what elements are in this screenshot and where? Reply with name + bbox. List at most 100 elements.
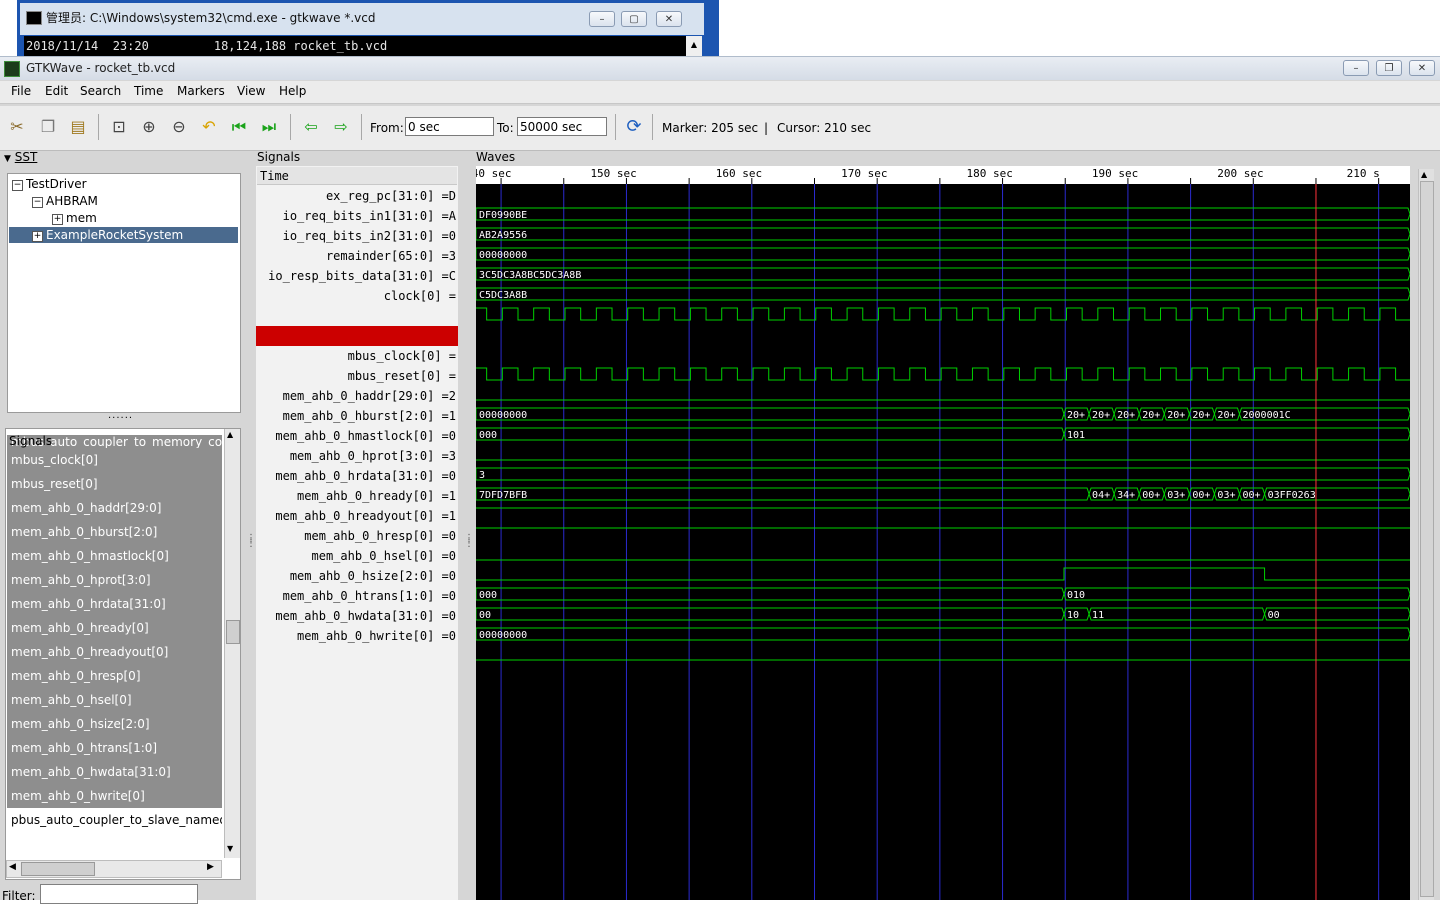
scroll-right-icon[interactable]: ▶ <box>207 862 214 872</box>
signal-list-item[interactable]: mem_ahb_0_hmastlock[0] <box>7 544 222 568</box>
signal-name-row[interactable]: mbus_reset[0] = <box>256 366 458 386</box>
signal-name-row[interactable]: mem_ahb_0_hmastlock[0] =0 <box>256 426 458 446</box>
scroll-up-icon[interactable]: ▲ <box>227 430 233 439</box>
signal-list-item[interactable]: mem_ahb_0_haddr[29:0] <box>7 496 222 520</box>
paste-icon[interactable]: ▤ <box>67 116 89 138</box>
menu-file[interactable]: File <box>11 84 31 98</box>
signal-name-row[interactable]: mem_ahb_0_hready[0] =1 <box>256 486 458 506</box>
bus-value-label: AB2A9556 <box>479 230 527 241</box>
signal-list-item[interactable]: mem_ahb_0_hsel[0] <box>7 688 222 712</box>
copy-icon[interactable]: ❐ <box>37 116 59 138</box>
pane-grip[interactable]: ...... <box>108 410 133 421</box>
expand-icon[interactable]: + <box>52 214 63 225</box>
tree-item-testdriver[interactable]: − TestDriver <box>12 176 87 192</box>
splitter-handle[interactable]: ⋮ ⋮ <box>464 534 474 549</box>
tree-item-examplerocketsystem[interactable]: + ExampleRocketSystem <box>9 227 238 243</box>
signal-name-row[interactable]: mem_ahb_0_hwrite[0] =0 <box>256 626 458 646</box>
prev-icon[interactable]: ⇦ <box>300 116 322 138</box>
signal-name-row[interactable]: mem_ahb_0_hburst[2:0] =1 <box>256 406 458 426</box>
undo-zoom-icon[interactable]: ↶ <box>198 116 220 138</box>
signal-list-item[interactable]: mem_ahb_0_hburst[2:0] <box>7 520 222 544</box>
signal-list-item[interactable]: mem_ahb_0_hsize[2:0] <box>7 712 222 736</box>
signal-name-row[interactable]: mem_ahb_0_hsel[0] =0 <box>256 546 458 566</box>
signal-list-hscrollbar[interactable]: ◀ ▶ <box>6 860 222 878</box>
reload-icon[interactable]: ⟳ <box>623 116 645 138</box>
waves-pane[interactable]: 140 sec 150 sec 160 sec 170 sec 180 sec 190 s… <box>476 166 1410 900</box>
scrollbar-thumb[interactable] <box>226 620 240 644</box>
signal-list-item[interactable]: mbus_reset[0] <box>7 472 222 496</box>
menu-edit[interactable]: Edit <box>45 84 68 98</box>
signal-list-item[interactable]: mem_ahb_0_hrdata[31:0] <box>7 592 222 616</box>
scrollbar-thumb[interactable] <box>21 862 95 876</box>
highlighted-signal-row[interactable] <box>256 326 458 346</box>
cut-icon[interactable]: ✂ <box>6 116 28 138</box>
signal-name-row[interactable]: io_req_bits_in2[31:0] =0 <box>256 226 458 246</box>
next-icon[interactable]: ⇨ <box>330 116 352 138</box>
zoom-in-icon[interactable]: ⊕ <box>138 116 160 138</box>
go-end-icon[interactable]: ⏭ <box>258 116 280 138</box>
cmd-scrollbar[interactable]: ▲ <box>686 36 702 56</box>
signal-name-row[interactable]: mem_ahb_0_htrans[1:0] =0 <box>256 586 458 606</box>
scroll-down-icon[interactable]: ▼ <box>227 844 233 853</box>
signal-list-vscrollbar[interactable]: ▲ ▼ <box>224 429 240 858</box>
bus-value-label: 20+ <box>1092 410 1110 421</box>
zoom-out-icon[interactable]: ⊖ <box>168 116 190 138</box>
bus-value-label: 7DFD7BFB <box>479 490 527 501</box>
waves-vscrollbar[interactable]: ▲ <box>1418 169 1434 900</box>
signal-list-item[interactable]: mbus_clock[0] <box>7 448 222 472</box>
tree-item-ahbram[interactable]: − AHBRAM <box>32 193 98 209</box>
bus-segment <box>476 287 1410 301</box>
signal-name-row[interactable]: mem_ahb_0_hprot[3:0] =3 <box>256 446 458 466</box>
signal-name-row[interactable]: ex_reg_pc[31:0] =D <box>256 186 458 206</box>
signal-list-item[interactable]: mem_ahb_0_htrans[1:0] <box>7 736 222 760</box>
menu-time[interactable]: Time <box>134 84 163 98</box>
scrollbar-thumb[interactable] <box>1420 181 1434 897</box>
zoom-fit-icon[interactable]: ⊡ <box>108 116 130 138</box>
signal-list-item[interactable]: mem_ahb_0_hresp[0] <box>7 664 222 688</box>
signal-list-item[interactable]: mem_ahb_0_hreadyout[0] <box>7 640 222 664</box>
signal-name-row[interactable]: clock[0] = <box>256 286 458 306</box>
restore-button[interactable]: ❐ <box>1376 60 1402 76</box>
cmd-titlebar[interactable]: 管理员: C:\Windows\system32\cmd.exe - gtkwa… <box>20 3 704 35</box>
signal-list-item[interactable]: mem_ahb_0_hwdata[31:0] <box>7 760 222 784</box>
scroll-up-icon[interactable]: ▲ <box>1421 170 1427 179</box>
signal-name-row[interactable] <box>256 306 458 326</box>
minimize-button[interactable]: – <box>1343 60 1369 76</box>
scroll-left-icon[interactable]: ◀ <box>9 862 16 872</box>
cmd-close-button[interactable]: ✕ <box>656 11 682 27</box>
from-input[interactable]: 0 sec <box>405 117 494 136</box>
menu-markers[interactable]: Markers <box>177 84 225 98</box>
signal-name-row[interactable]: mem_ahb_0_hrdata[31:0] =0 <box>256 466 458 486</box>
collapse-icon[interactable]: − <box>32 197 43 208</box>
to-input[interactable]: 50000 sec <box>517 117 607 136</box>
signal-list-item[interactable]: mem_ahb_0_hready[0] <box>7 616 222 640</box>
signal-list-item[interactable]: mem_ahb_0_hprot[3:0] <box>7 568 222 592</box>
gtkwave-titlebar[interactable]: GTKWave - rocket_tb.vcd – ❐ ✕ <box>0 56 1440 80</box>
close-button[interactable]: ✕ <box>1409 60 1435 76</box>
signals-pane: Time ex_reg_pc[31:0] =D io_req_bits_in1[3… <box>256 166 458 900</box>
menu-view[interactable]: View <box>237 84 265 98</box>
signal-name-row[interactable]: io_req_bits_in1[31:0] =A <box>256 206 458 226</box>
signal-name-row[interactable]: mem_ahb_0_hsize[2:0] =0 <box>256 566 458 586</box>
cmd-minimize-button[interactable]: – <box>589 11 615 27</box>
signal-name-row[interactable]: mem_ahb_0_hwdata[31:0] =0 <box>256 606 458 626</box>
signal-name-row[interactable]: mem_ahb_0_hreadyout[0] =1 <box>256 506 458 526</box>
tree-item-mem[interactable]: + mem <box>52 210 97 226</box>
go-start-icon[interactable]: ⏮ <box>228 116 250 138</box>
waveform-canvas[interactable]: 140 sec 150 sec 160 sec 170 sec 180 sec 190 s… <box>476 166 1410 900</box>
sst-label[interactable]: ▼ SST <box>4 150 37 164</box>
splitter-handle[interactable]: ⋮ ⋮ <box>246 534 256 549</box>
signal-name-row[interactable]: io_resp_bits_data[31:0] =C <box>256 266 458 286</box>
filter-input[interactable] <box>40 884 198 904</box>
signal-name-row[interactable]: mbus_clock[0] = <box>256 346 458 366</box>
cmd-restore-button[interactable]: ▢ <box>621 11 647 27</box>
menu-search[interactable]: Search <box>80 84 121 98</box>
collapse-icon[interactable]: − <box>12 180 23 191</box>
signal-list-item[interactable]: pbus_auto_coupler_to_slave_named_ <box>7 808 222 832</box>
signal-list-item[interactable]: mem_ahb_0_hwrite[0] <box>7 784 222 808</box>
signal-name-row[interactable]: remainder[65:0] =3 <box>256 246 458 266</box>
signal-name-row[interactable]: mem_ahb_0_haddr[29:0] =2 <box>256 386 458 406</box>
menu-help[interactable]: Help <box>279 84 306 98</box>
expand-icon[interactable]: + <box>32 231 43 242</box>
signal-name-row[interactable]: mem_ahb_0_hresp[0] =0 <box>256 526 458 546</box>
